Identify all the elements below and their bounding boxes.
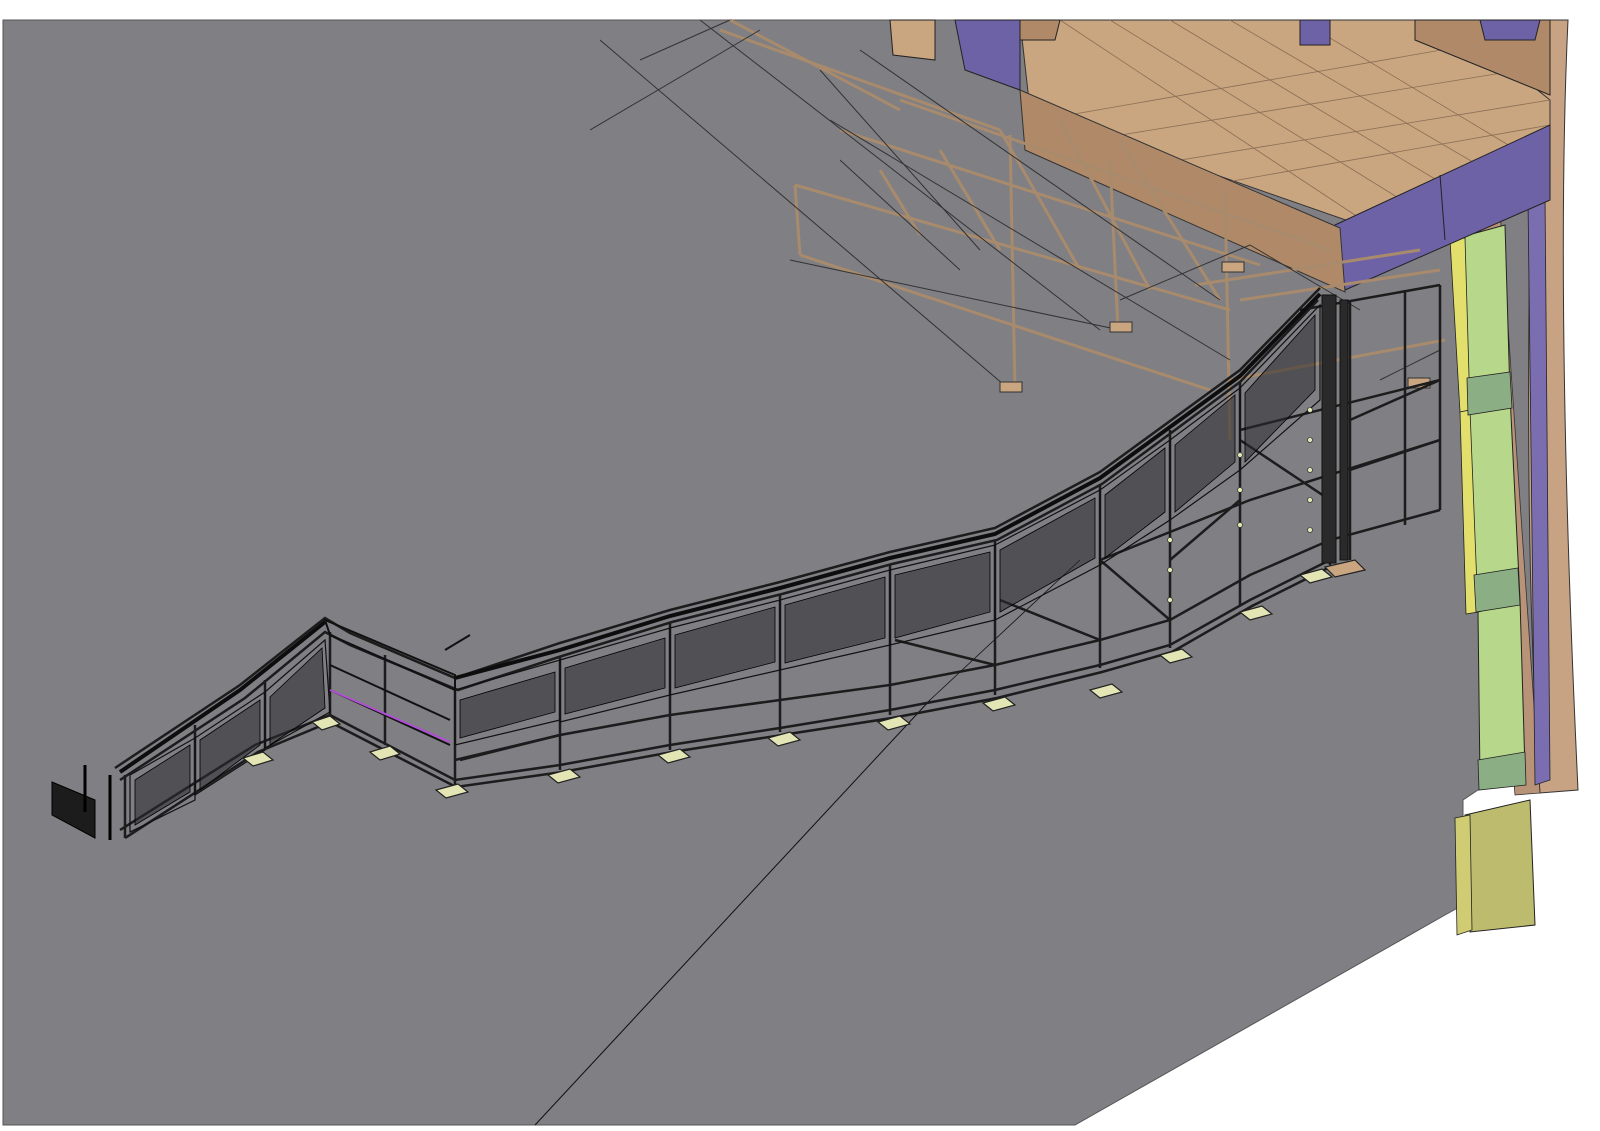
end-column [1321, 294, 1349, 564]
isometric-drawing [0, 0, 1600, 1131]
cad-viewport[interactable] [0, 0, 1600, 1131]
